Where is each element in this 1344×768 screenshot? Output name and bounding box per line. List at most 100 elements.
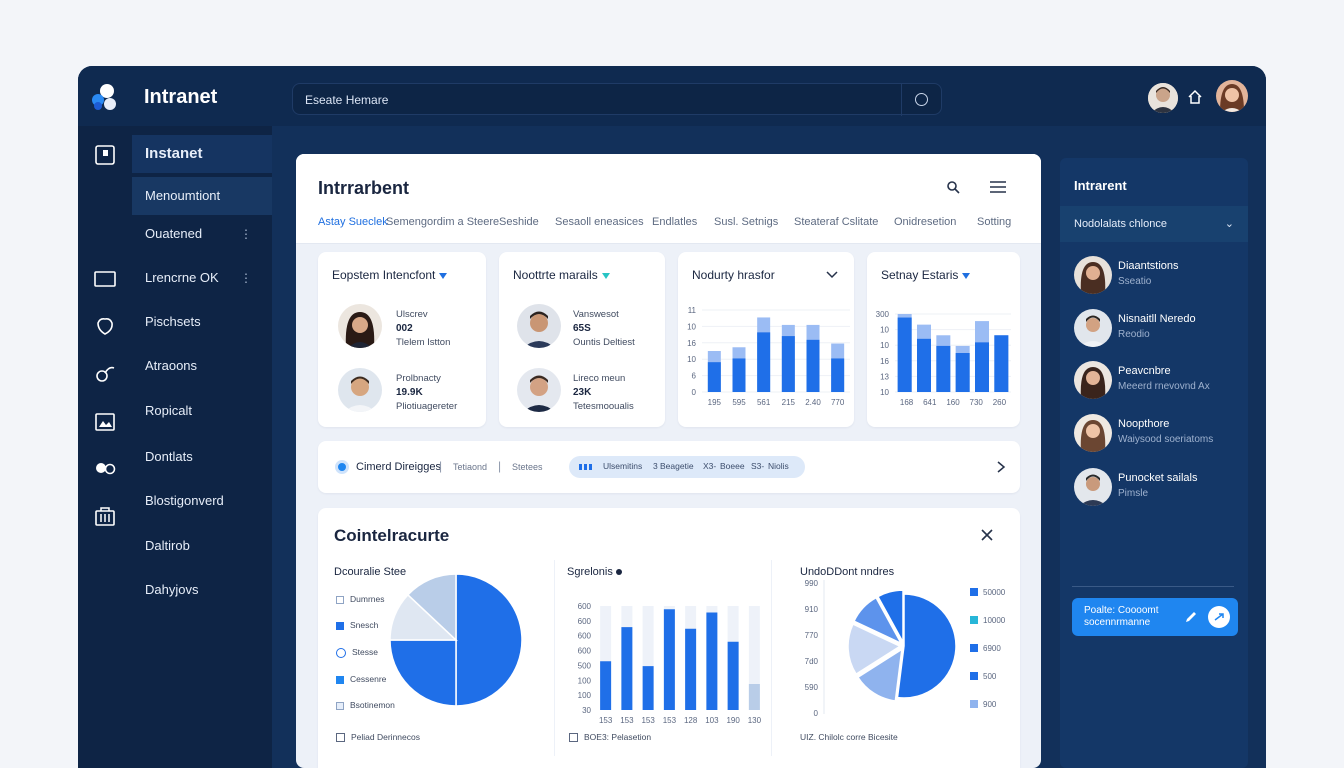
chat-icon[interactable]	[94, 457, 116, 479]
chevron-down-icon[interactable]	[826, 270, 838, 280]
tab-2[interactable]: Seshide	[499, 216, 539, 228]
chevron-right-icon[interactable]	[996, 461, 1006, 473]
shield-icon[interactable]	[94, 315, 116, 337]
search-icon[interactable]	[901, 84, 941, 116]
sidebar-item-daltirob[interactable]: Daltirob	[132, 527, 272, 565]
pill-label: Niolis	[768, 461, 789, 471]
profile-avatar[interactable]	[1216, 80, 1248, 112]
legend-swatch	[970, 672, 978, 680]
tab-3[interactable]: Sesaoll eneasices	[555, 216, 644, 228]
link-icon[interactable]	[94, 363, 116, 385]
image-icon[interactable]	[94, 411, 116, 433]
bar-chart-1: 11 10 16 10 6 0 195 595 561 215 2.40 770	[687, 306, 850, 407]
tab-8[interactable]: Sotting	[977, 216, 1011, 228]
tab-7[interactable]: Onidresetion	[894, 216, 956, 228]
caret-down-icon[interactable]	[439, 272, 448, 279]
contact-item[interactable]: Peavcnbre Meeerd rnevovnd Ax	[1074, 359, 1244, 403]
caret-down-icon[interactable]	[601, 272, 610, 279]
avatar	[1074, 468, 1112, 506]
search-bar[interactable]	[292, 83, 942, 116]
sidebar-item-ouatened[interactable]: Ouatened ⋮	[132, 215, 272, 253]
sidebar-item-instanet[interactable]: Instanet	[132, 135, 272, 173]
panel-title: Intrarent	[1074, 178, 1127, 193]
contact-item[interactable]: Punocket sailals Pimsle	[1074, 466, 1244, 510]
search-icon[interactable]	[946, 180, 960, 194]
pill-label: Ulsemitins	[603, 461, 643, 471]
action-button[interactable]: Poalte: Coooomt socennrmanne	[1072, 598, 1238, 636]
x-tick-label: 2.40	[805, 398, 821, 407]
sidebar-item-pischsets[interactable]: Pischsets	[132, 303, 272, 341]
banner-item[interactable]: Cimerd Direigges	[356, 461, 441, 473]
x-tick-label: 641	[923, 398, 937, 407]
sidebar-item-label: Menoumtiont	[145, 188, 221, 203]
briefcase-icon[interactable]	[94, 505, 116, 527]
contact-name: Peavcnbre	[1118, 365, 1171, 377]
bar	[706, 612, 718, 710]
sidebar-item-label: Dontlats	[145, 449, 193, 464]
contact-item[interactable]: Nisnaitll Neredo Reodio	[1074, 307, 1244, 351]
panel-footer: UIZ. Chilolc corre Bicesite	[800, 732, 898, 742]
sidebar-item-ropicalt[interactable]: Ropicalt	[132, 392, 272, 430]
search-input[interactable]	[305, 90, 885, 110]
bar	[600, 661, 612, 710]
x-tick-label: 190	[726, 716, 740, 725]
bar	[621, 627, 633, 710]
banner-item[interactable]: Stetees	[512, 462, 543, 472]
chevron-down-icon[interactable]: ⌄	[1225, 206, 1234, 242]
sidebar-item-dontlats[interactable]: Dontlats	[132, 438, 272, 476]
divider: |	[498, 459, 502, 473]
tab-5[interactable]: Susl. Setnigs	[714, 216, 778, 228]
bar-chart-3: 600 600 600 600 500 100 100 30 153 153 153 153 128 10…	[578, 602, 762, 725]
caret-down-icon[interactable]	[962, 272, 971, 279]
home-icon[interactable]	[1187, 89, 1203, 105]
sidebar-item-lrencrne[interactable]: Lrencrne OK ⋮	[132, 259, 272, 297]
x-tick-label: 561	[757, 398, 771, 407]
legend-swatch	[336, 675, 344, 684]
user-avatar[interactable]	[1148, 83, 1178, 113]
window-icon[interactable]	[94, 268, 116, 290]
avatar	[1074, 414, 1112, 452]
pill-label: Boeee	[720, 461, 745, 471]
sidebar-item-atraoons[interactable]: Atraoons	[132, 347, 272, 385]
panel-footer: Peliad Derinnecos	[336, 732, 420, 743]
pill-label: 3	[653, 461, 658, 471]
close-icon[interactable]	[981, 529, 993, 541]
calendar-icon	[336, 733, 345, 743]
y-tick-label: 600	[578, 602, 592, 611]
y-tick-label: 0	[692, 388, 697, 397]
sidebar-item-blostigonverd[interactable]: Blostigonverd	[132, 482, 272, 520]
avatar	[517, 368, 561, 412]
edit-icon[interactable]	[1184, 610, 1198, 624]
contact-item[interactable]: Noopthore Waiysood soeriatoms	[1074, 412, 1244, 456]
legend-item: Cessenre	[336, 674, 386, 684]
menu-icon[interactable]	[989, 181, 1007, 193]
tab-1[interactable]: Semengordim a Steere	[386, 216, 499, 228]
more-icon[interactable]: ⋮	[240, 259, 252, 297]
tab-0[interactable]: Astay Sueclek	[318, 216, 388, 228]
chat-icon[interactable]	[1208, 606, 1230, 628]
contact-select[interactable]: Nodolalats chlonce ⌄	[1060, 206, 1248, 242]
x-tick-label: 153	[663, 716, 677, 725]
banner-item[interactable]: Tetiaond	[453, 462, 487, 472]
filter-pill[interactable]: Ulsemitins 3 Beagetie X3- Boeee S3- Niol…	[569, 456, 805, 478]
table-icon	[569, 733, 578, 743]
x-tick-label: 215	[782, 398, 796, 407]
top-bar: Intranet	[78, 66, 1266, 126]
sidebar-item-dahyjovs[interactable]: Dahyjovs	[132, 571, 272, 609]
x-tick-label: 770	[831, 398, 845, 407]
info-banner: Cimerd Direigges | Tetiaond | Stetees Ul…	[318, 441, 1020, 493]
tab-6[interactable]: Steateraf Cslitate	[794, 216, 878, 228]
pill-label: X3-	[703, 461, 717, 471]
contact-name: Noopthore	[1118, 418, 1170, 430]
main-panel: Intrrarbent Astay Sueclek Semengordim a …	[296, 154, 1041, 768]
contact-subtitle: Meeerd rnevovnd Ax	[1118, 381, 1210, 392]
more-icon[interactable]: ⋮	[240, 215, 252, 253]
document-icon[interactable]	[94, 144, 116, 166]
person-info: Lireco meun 23K Tetesmooualis	[573, 373, 634, 412]
sidebar-item-menoumtiont[interactable]: Menoumtiont	[132, 177, 272, 215]
tab-4[interactable]: Endlatles	[652, 216, 697, 228]
sidebar-item-label: Lrencrne OK	[145, 270, 219, 285]
card-title: Eopstem Intencfont	[332, 268, 448, 282]
person-info: Ulscrev 002 Tlelem Istton	[396, 309, 451, 348]
contact-item[interactable]: Diaantstions Sseatio	[1074, 254, 1244, 298]
